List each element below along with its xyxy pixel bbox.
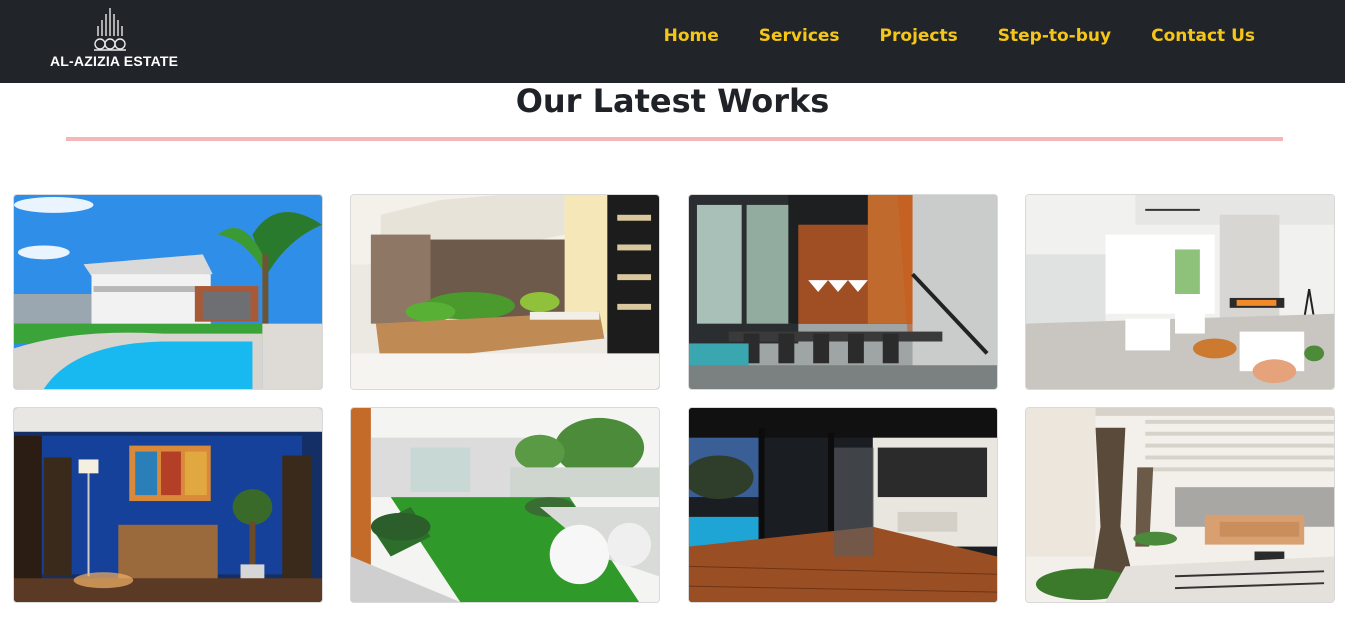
nav-home-link[interactable]: Home: [644, 24, 739, 48]
garden-patio-photo: [351, 408, 659, 602]
gallery-image-tree-atrium-lounge[interactable]: [1025, 407, 1335, 603]
gallery-image-wooden-deck-terrace[interactable]: [688, 407, 998, 603]
works-gallery: [13, 194, 1336, 604]
tree-atrium-photo: [1026, 408, 1334, 602]
top-navbar: AL-AZIZIA ESTATE Home Services Projects …: [0, 0, 1345, 83]
dining-hall-photo: [689, 195, 997, 389]
nav-step-to-buy-link[interactable]: Step-to-buy: [978, 24, 1131, 48]
nav-links: Home Services Projects Step-to-buy Conta…: [644, 24, 1275, 48]
title-divider: [66, 137, 1283, 141]
gallery-image-interior-garden-stairs[interactable]: [350, 194, 660, 390]
blue-wall-room-photo: [14, 408, 322, 602]
gallery-image-villa-with-pool[interactable]: [13, 194, 323, 390]
gallery-image-garden-patio[interactable]: [350, 407, 660, 603]
building-skyline-logo-icon: [94, 8, 126, 51]
nav-projects-link[interactable]: Projects: [860, 24, 978, 48]
nav-services-link[interactable]: Services: [739, 24, 860, 48]
gallery-image-blue-wall-living-room[interactable]: [13, 407, 323, 603]
villa-pool-photo: [14, 195, 322, 389]
interior-garden-photo: [351, 195, 659, 389]
gallery-image-modern-dining-hall[interactable]: [688, 194, 998, 390]
nav-contact-us-link[interactable]: Contact Us: [1131, 24, 1275, 48]
section-title: Our Latest Works: [515, 82, 830, 120]
white-living-room-photo: [1026, 195, 1334, 389]
brand-name: AL-AZIZIA ESTATE: [50, 53, 179, 69]
wooden-deck-photo: [689, 408, 997, 602]
gallery-image-white-living-room[interactable]: [1025, 194, 1335, 390]
brand-logo[interactable]: AL-AZIZIA ESTATE: [50, 6, 179, 72]
